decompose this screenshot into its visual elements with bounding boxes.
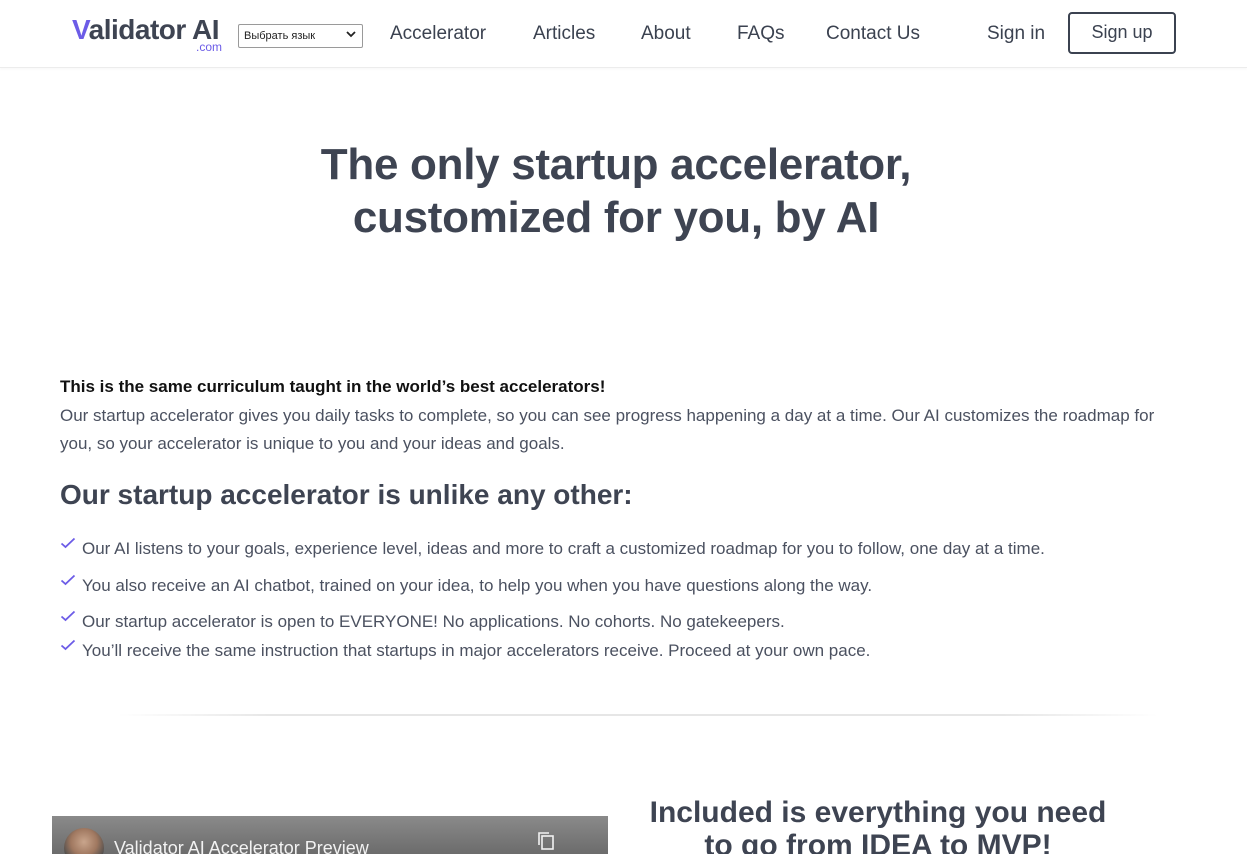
feature-text: You also receive an AI chatbot, trained … bbox=[82, 576, 873, 595]
features-heading: Our startup accelerator is unlike any ot… bbox=[60, 479, 633, 510]
hero-title: The only startup accelerator, customized… bbox=[0, 138, 1232, 244]
language-select-value: Выбрать язык bbox=[244, 30, 316, 42]
included-heading-line-1: Included is everything you need bbox=[649, 796, 1107, 829]
feature-text: Our AI listens to your goals, experience… bbox=[82, 539, 1045, 558]
nav-contact-us[interactable]: Contact Us bbox=[826, 22, 920, 46]
nav-articles[interactable]: Articles bbox=[533, 22, 595, 46]
video-player[interactable]: Validator AI Accelerator Preview bbox=[52, 816, 608, 854]
chevron-down-icon bbox=[346, 29, 356, 43]
included-heading-line-2: to go from IDEA to MVP! bbox=[704, 829, 1052, 854]
included-heading: Included is everything you need to go fr… bbox=[630, 796, 1126, 854]
nav-accelerator[interactable]: Accelerator bbox=[390, 22, 486, 46]
site-logo[interactable]: Validator AI .com bbox=[72, 14, 224, 56]
site-header: Validator AI .com Выбрать язык Accelerat… bbox=[0, 0, 1247, 68]
check-icon bbox=[60, 535, 76, 551]
video-title[interactable]: Validator AI Accelerator Preview bbox=[114, 837, 369, 854]
intro-paragraph: Our startup accelerator gives you daily … bbox=[60, 406, 1155, 453]
nav-faqs[interactable]: FAQs bbox=[737, 22, 785, 46]
intro-bold-statement: This is the same curriculum taught in th… bbox=[60, 377, 606, 396]
sign-in-link[interactable]: Sign in bbox=[987, 22, 1045, 46]
check-icon bbox=[60, 608, 76, 624]
hero-title-line-2: customized for you, by AI bbox=[352, 193, 880, 242]
copy-link-icon[interactable] bbox=[536, 830, 556, 852]
section-divider bbox=[118, 714, 1158, 716]
nav-about[interactable]: About bbox=[641, 22, 691, 46]
check-icon bbox=[60, 637, 76, 653]
logo-domain-suffix: .com bbox=[195, 40, 222, 54]
feature-text: You’ll receive the same instruction that… bbox=[82, 641, 871, 660]
sign-up-button[interactable]: Sign up bbox=[1068, 12, 1176, 54]
hero-title-line-1: The only startup accelerator, bbox=[320, 140, 912, 189]
channel-avatar[interactable] bbox=[64, 828, 104, 854]
language-select[interactable]: Выбрать язык bbox=[238, 24, 363, 48]
feature-text: Our startup accelerator is open to EVERY… bbox=[82, 612, 785, 631]
check-icon bbox=[60, 572, 76, 588]
